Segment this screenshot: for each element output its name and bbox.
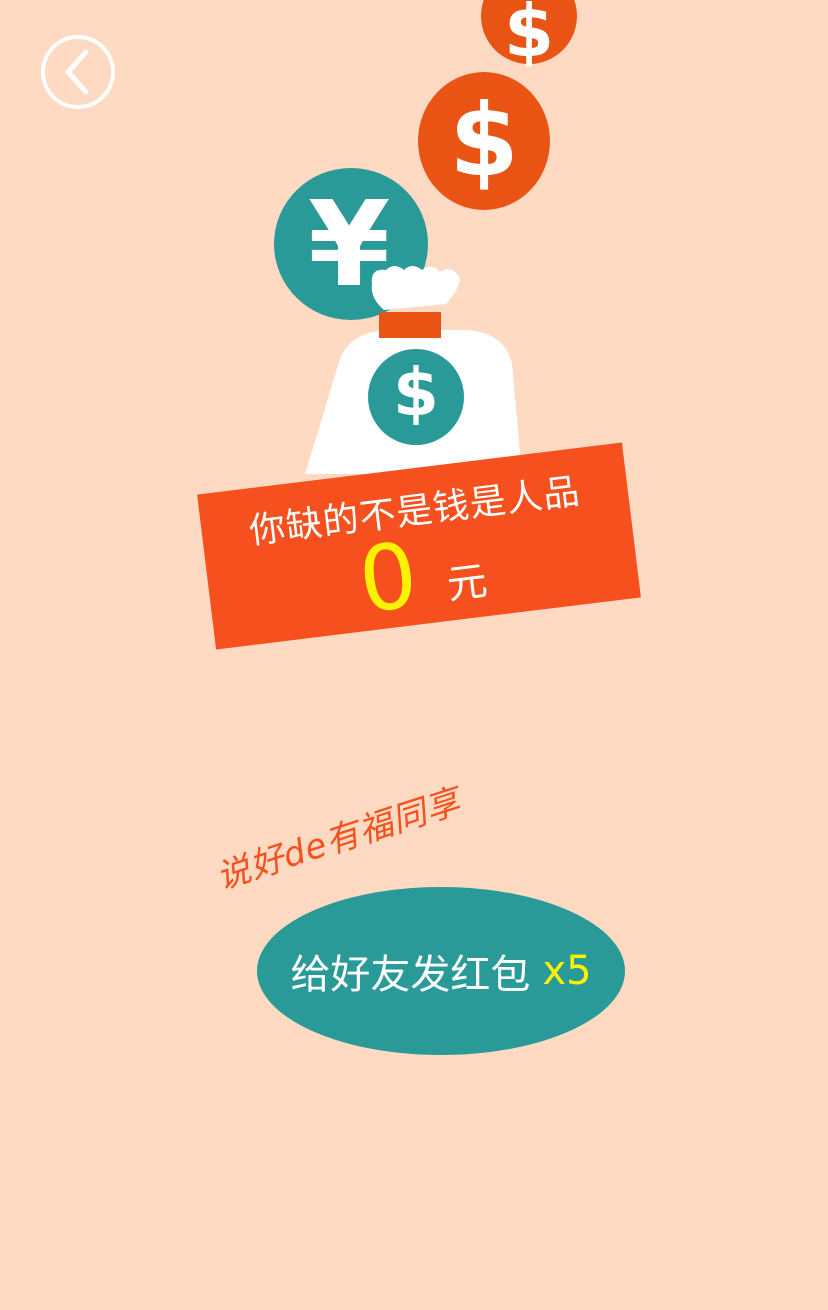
bag-dollar-sign: $: [393, 354, 439, 431]
amount-unit: 元: [444, 557, 490, 609]
dollar-coin-icon: $: [418, 72, 550, 210]
result-banner: 你缺的不是钱是人品 0 元: [197, 442, 641, 650]
chevron-left-circle-icon: [41, 35, 115, 109]
amount-value: 0: [353, 522, 423, 635]
share-button-label: 给好友发红包: [290, 952, 531, 998]
share-tagline: 说好de有福同享: [211, 781, 466, 899]
share-red-packet-button[interactable]: 给好友发红包 x5: [257, 887, 625, 1055]
dollar-coin-icon: $: [481, 0, 577, 67]
back-button[interactable]: [40, 34, 116, 110]
money-bag-icon: $: [300, 264, 530, 484]
share-count: x5: [542, 948, 592, 994]
